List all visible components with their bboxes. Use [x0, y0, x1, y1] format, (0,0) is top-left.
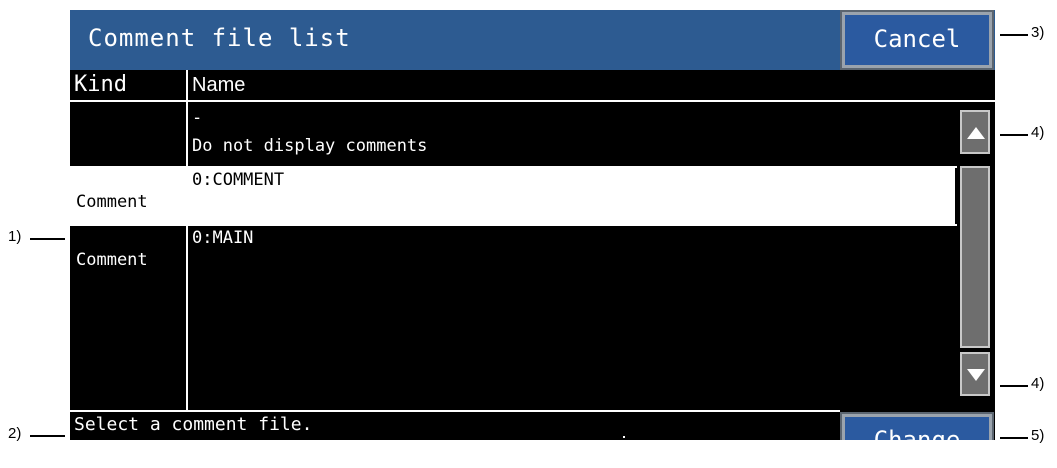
cancel-button[interactable]: Cancel: [840, 10, 994, 70]
row-name: Do not display comments: [192, 136, 428, 156]
callout-1: 1): [8, 228, 22, 245]
screen-title: Comment file list: [88, 24, 351, 52]
callout-2-line: [30, 435, 65, 437]
callout-4a-line: [1000, 134, 1028, 136]
callout-1-line: [30, 238, 65, 240]
status-message: Select a comment file.: [74, 414, 313, 435]
scroll-down-button[interactable]: [960, 352, 990, 396]
row-kind: Comment: [76, 192, 148, 212]
triangle-down-icon: [967, 369, 985, 381]
callout-5-line: [1000, 437, 1028, 439]
list-item-selected[interactable]: Comment 0:COMMENT: [70, 168, 955, 224]
scroll-up-button[interactable]: [960, 110, 990, 154]
callout-4a: 4): [1031, 124, 1045, 141]
callout-3: 3): [1031, 24, 1045, 41]
callout-4b: 4): [1031, 375, 1045, 392]
column-header-name: Name: [192, 74, 246, 96]
column-header-kind: Kind: [74, 72, 127, 97]
row-name: 0:COMMENT: [192, 170, 285, 190]
row-name: 0:MAIN: [192, 228, 254, 248]
triangle-up-icon: [967, 127, 985, 139]
row-name-dash: -: [192, 108, 203, 128]
status-divider: [70, 410, 840, 412]
comment-file-list-screen: Comment file list Cancel Kind Name - Do …: [70, 10, 995, 440]
list-item[interactable]: Comment 0:MAIN: [70, 226, 955, 408]
scrollbar-thumb[interactable]: [960, 166, 990, 348]
row-kind: Comment: [76, 250, 148, 270]
callout-2: 2): [8, 425, 22, 442]
callout-3-line: [1000, 34, 1028, 36]
callout-4b-line: [1000, 385, 1028, 387]
change-button[interactable]: Change: [840, 412, 994, 440]
list-item[interactable]: - Do not display comments: [70, 102, 955, 166]
callout-5: 5): [1031, 427, 1045, 444]
status-dot: [623, 436, 625, 438]
column-divider: [186, 70, 188, 410]
